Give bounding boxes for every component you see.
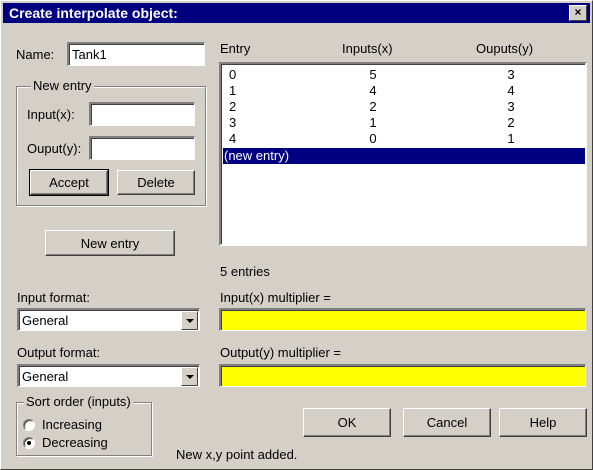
col-header-inputs: Inputs(x)	[342, 41, 393, 56]
input-format-label: Input format:	[17, 290, 90, 305]
input-x-field[interactable]	[89, 102, 195, 126]
new-entry-legend: New entry	[31, 78, 94, 93]
increasing-label: Increasing	[42, 417, 102, 432]
input-x-label: Input(x):	[27, 107, 75, 122]
close-icon[interactable]: ×	[569, 5, 587, 21]
input-format-select[interactable]: General	[17, 308, 200, 331]
window-title: Create interpolate object:	[9, 5, 178, 21]
list-item[interactable]: 2 2 3	[223, 100, 585, 113]
decreasing-radio[interactable]	[23, 437, 35, 449]
output-y-label: Ouput(y):	[27, 141, 82, 156]
new-entry-row[interactable]: (new entry)	[223, 148, 585, 164]
output-format-label: Output format:	[17, 345, 101, 360]
name-input[interactable]	[67, 42, 205, 66]
output-format-select[interactable]: General	[17, 364, 200, 387]
input-multiplier-label: Input(x) multiplier =	[220, 290, 331, 305]
list-item[interactable]: 0 5 3	[223, 68, 585, 81]
title-bar: Create interpolate object: ×	[3, 3, 590, 23]
output-format-value: General	[22, 369, 69, 384]
accept-button[interactable]: Accept	[29, 169, 109, 196]
output-multiplier-field[interactable]	[219, 364, 586, 387]
delete-button[interactable]: Delete	[117, 170, 195, 195]
dialog-window: Create interpolate object: × Name: New e…	[0, 0, 593, 470]
decreasing-label: Decreasing	[42, 435, 108, 450]
sort-order-legend: Sort order (inputs)	[24, 394, 133, 409]
increasing-radio[interactable]	[23, 419, 35, 431]
radio-selected-dot	[27, 441, 31, 445]
list-item[interactable]: 3 1 2	[223, 116, 585, 129]
col-header-entry: Entry	[220, 41, 251, 56]
list-item[interactable]: 1 4 4	[223, 84, 585, 97]
ok-button[interactable]: OK	[303, 408, 391, 437]
chevron-down-icon[interactable]	[181, 367, 198, 386]
status-text: New x,y point added.	[176, 447, 298, 462]
name-label: Name:	[16, 47, 55, 62]
output-y-field[interactable]	[89, 136, 195, 160]
entry-count: 5 entries	[220, 264, 270, 279]
list-item[interactable]: 4 0 1	[223, 132, 585, 145]
new-entry-button[interactable]: New entry	[45, 230, 175, 256]
entry-list[interactable]: 0 5 3 1 4 4 2 2 3 3 1 2 4 0 1 (new entry…	[219, 62, 587, 246]
chevron-down-icon[interactable]	[181, 311, 198, 330]
col-header-outputs: Ouputs(y)	[476, 41, 534, 56]
help-button[interactable]: Help	[499, 408, 587, 437]
input-format-value: General	[22, 313, 69, 328]
input-multiplier-field[interactable]	[219, 308, 586, 331]
cancel-button[interactable]: Cancel	[403, 408, 491, 437]
output-multiplier-label: Output(y) multiplier =	[220, 345, 342, 360]
